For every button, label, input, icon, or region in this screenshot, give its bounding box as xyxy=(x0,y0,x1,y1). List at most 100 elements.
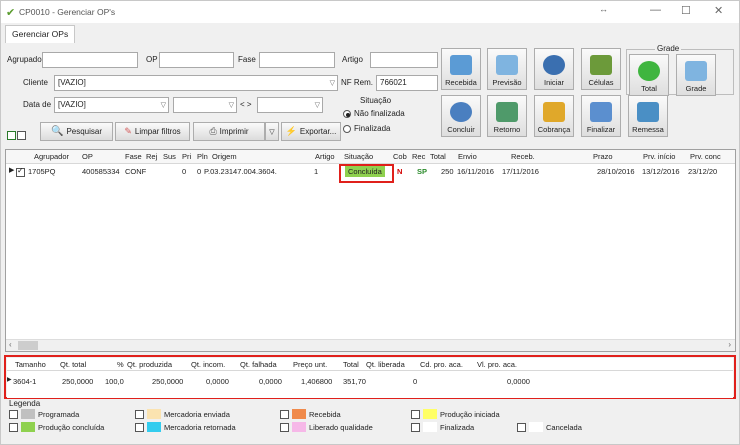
nfrem-input[interactable]: 766021 xyxy=(376,75,438,91)
legend-checkbox[interactable] xyxy=(9,422,18,432)
calendar-icon xyxy=(496,55,518,75)
col-total[interactable]: Total xyxy=(430,152,446,161)
tab-strip: Gerenciar OPs xyxy=(1,23,739,43)
table-row[interactable]: ▶ 3604-1 250,0000 100,0 250,0000 0,0000 … xyxy=(7,375,733,390)
horizontal-scrollbar[interactable]: ‹ › xyxy=(6,339,735,351)
legend-item[interactable]: Produção concluída xyxy=(9,422,104,432)
select-none-checkbox[interactable] xyxy=(17,131,26,140)
exportar-button[interactable]: ⚡ Exportar... xyxy=(281,122,341,141)
col-envio[interactable]: Envio xyxy=(458,152,477,161)
col-qt-total[interactable]: Qt. total xyxy=(60,360,86,369)
col-artigo[interactable]: Artigo xyxy=(315,152,335,161)
remessa-button[interactable]: Remessa xyxy=(628,95,668,137)
scrollbar-thumb[interactable] xyxy=(18,341,38,350)
legend-swatch xyxy=(147,409,161,419)
limpar-filtros-button[interactable]: ✎ Limpar filtros xyxy=(115,122,190,141)
cell-envio: 16/11/2016 xyxy=(457,167,494,176)
legend-item[interactable]: Mercadoria enviada xyxy=(135,409,230,419)
col-op[interactable]: OP xyxy=(82,152,93,161)
retorno-button[interactable]: Retorno xyxy=(487,95,527,137)
legend-checkbox[interactable] xyxy=(517,422,526,432)
radio-unchecked-icon xyxy=(343,124,351,133)
select-all-checkbox[interactable] xyxy=(7,131,16,140)
maximize-icon[interactable]: ☐ xyxy=(681,4,691,17)
close-icon[interactable]: ✕ xyxy=(714,4,723,17)
legend-item[interactable]: Programada xyxy=(9,409,79,419)
agrupador-input[interactable] xyxy=(42,52,138,68)
col-prazo[interactable]: Prazo xyxy=(593,152,613,161)
col-agrupador[interactable]: Agrupador xyxy=(34,152,69,161)
col-preco-unt[interactable]: Preço unt. xyxy=(293,360,327,369)
clock-icon xyxy=(543,55,565,75)
truck-icon xyxy=(450,55,472,75)
legend-item[interactable]: Mercadoria retornada xyxy=(135,422,236,432)
legend-item[interactable]: Liberado qualidade xyxy=(280,422,373,432)
finalizar-button[interactable]: Finalizar xyxy=(581,95,621,137)
col-fase[interactable]: Fase xyxy=(125,152,142,161)
col-origem[interactable]: Origem xyxy=(212,152,237,161)
recebida-button[interactable]: Recebida xyxy=(441,48,481,90)
radio-nao-finalizada[interactable]: Não finalizada xyxy=(343,109,405,118)
previsao-button[interactable]: Previsão xyxy=(487,48,527,90)
legend-checkbox[interactable] xyxy=(411,422,420,432)
col-rec[interactable]: Rec xyxy=(412,152,425,161)
filter-panel: Agrupador OP Fase Artigo Cliente [VAZIO]… xyxy=(4,43,737,147)
legend-item[interactable]: Produção iniciada xyxy=(411,409,500,419)
legend-swatch xyxy=(423,422,437,432)
resize-icon[interactable]: ↔ xyxy=(599,4,608,14)
cell-op: 400585334 xyxy=(82,167,120,176)
col-sus[interactable]: Sus xyxy=(163,152,176,161)
legend-item[interactable]: Finalizada xyxy=(411,422,474,432)
data-select[interactable]: [VAZIO] ▽ xyxy=(54,97,169,113)
concluir-button[interactable]: Concluir xyxy=(441,95,481,137)
op-input[interactable] xyxy=(159,52,234,68)
col-pri[interactable]: Pri xyxy=(182,152,191,161)
radio-finalizada[interactable]: Finalizada xyxy=(343,124,390,133)
col-cd-pro-aca[interactable]: Cd. pro. aca. xyxy=(420,360,463,369)
legend-checkbox[interactable] xyxy=(9,409,18,419)
tab-gerenciar-ops[interactable]: Gerenciar OPs xyxy=(5,25,76,43)
col-qt-incom[interactable]: Qt. incom. xyxy=(191,360,225,369)
col-total-det[interactable]: Total xyxy=(343,360,359,369)
col-pct[interactable]: % xyxy=(117,360,124,369)
legend-item[interactable]: Recebida xyxy=(280,409,341,419)
col-vl-pro-aca[interactable]: Vl. pro. aca. xyxy=(477,360,517,369)
grade-button[interactable]: Grade xyxy=(676,54,716,96)
col-qt-liberada[interactable]: Qt. liberada xyxy=(366,360,405,369)
artigo-input[interactable] xyxy=(370,52,438,68)
fase-input[interactable] xyxy=(259,52,335,68)
pesquisar-button[interactable]: 🔍 Pesquisar xyxy=(40,122,113,141)
col-situacao[interactable]: Situação xyxy=(344,152,373,161)
legend-item[interactable]: Cancelada xyxy=(517,422,582,432)
minimize-icon[interactable]: — xyxy=(650,4,661,16)
legend-label: Programada xyxy=(38,409,80,419)
col-receb[interactable]: Receb. xyxy=(511,152,535,161)
scroll-left-icon[interactable]: ‹ xyxy=(9,340,12,349)
col-tamanho[interactable]: Tamanho xyxy=(15,360,46,369)
col-qt-produzida[interactable]: Qt. produzida xyxy=(127,360,172,369)
imprimir-button[interactable]: ⎙ Imprimir xyxy=(193,122,265,141)
legend-checkbox[interactable] xyxy=(280,422,289,432)
scroll-right-icon[interactable]: › xyxy=(728,340,731,349)
legend-checkbox[interactable] xyxy=(411,409,420,419)
col-qt-falhada[interactable]: Qt. falhada xyxy=(240,360,277,369)
cliente-select[interactable]: [VAZIO] ▽ xyxy=(54,75,338,91)
imprimir-dropdown-button[interactable]: ▽ xyxy=(265,122,279,141)
total-button[interactable]: Total xyxy=(629,54,669,96)
iniciar-button[interactable]: Iniciar xyxy=(534,48,574,90)
col-prv-conc[interactable]: Prv. conc xyxy=(690,152,721,161)
check-icon: ✓ xyxy=(17,166,24,175)
celulas-button[interactable]: Células xyxy=(581,48,621,90)
col-rej[interactable]: Rej xyxy=(146,152,157,161)
cobranca-button[interactable]: Cobrança xyxy=(534,95,574,137)
legend-checkbox[interactable] xyxy=(280,409,289,419)
clock-check-icon xyxy=(450,102,472,122)
cell-pln: 0 xyxy=(197,167,202,176)
date-from-select[interactable]: ▽ xyxy=(173,97,237,113)
col-cob[interactable]: Cob xyxy=(393,152,407,161)
col-prv-inicio[interactable]: Prv. início xyxy=(643,152,675,161)
legend-checkbox[interactable] xyxy=(135,422,144,432)
date-to-select[interactable]: ▽ xyxy=(257,97,323,113)
col-pln[interactable]: Pln xyxy=(197,152,208,161)
legend-checkbox[interactable] xyxy=(135,409,144,419)
